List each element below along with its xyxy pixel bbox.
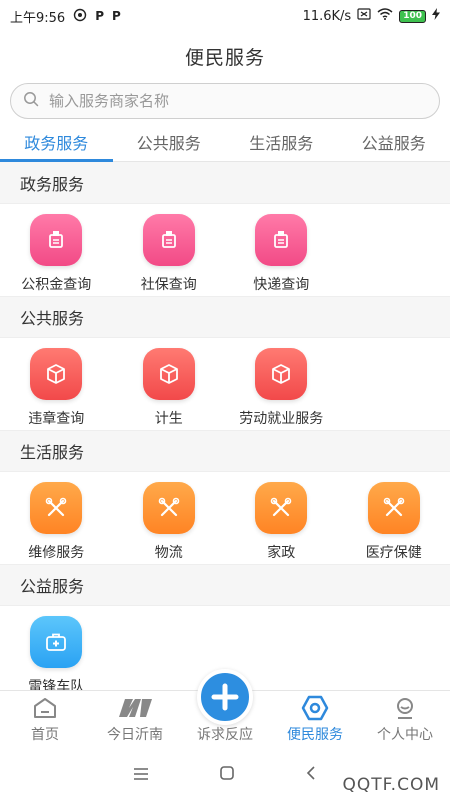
bottom-nav: 首页 今日沂南 诉求反应 便民服务 个人中心 (0, 669, 450, 748)
service-item-label: 维修服务 (28, 545, 85, 561)
search-area (0, 80, 450, 122)
notification-p-icon: P (95, 9, 104, 23)
status-time: 上午9:56 (10, 10, 66, 26)
box-icon (255, 348, 308, 400)
hexagon-icon (301, 694, 329, 722)
tools-icon (30, 482, 83, 534)
search-input[interactable] (49, 92, 409, 110)
medkit-icon (30, 616, 83, 668)
home-icon (32, 694, 58, 722)
service-item-label: 家政 (267, 545, 296, 561)
notification-p-icon: P (112, 9, 121, 23)
sim-icon (357, 8, 371, 24)
service-item-leifeng-team[interactable]: 雷锋车队 (0, 606, 113, 690)
nav-label: 个人中心 (377, 727, 433, 743)
section-title: 公共服务 (0, 297, 450, 337)
service-item-social-security[interactable]: 社保查询 (113, 204, 226, 296)
service-item-label: 医疗保健 (365, 545, 422, 561)
nav-personal-center[interactable]: 个人中心 (360, 691, 450, 748)
box-icon (30, 348, 83, 400)
hotspot-icon (73, 8, 87, 25)
back-icon[interactable] (305, 762, 317, 786)
service-item-label: 违章查询 (28, 411, 85, 427)
page-title: 便民服务 (0, 32, 450, 80)
status-bar: 上午9:56 P P 11.6K/s 100 (0, 0, 450, 32)
service-item-label: 公积金查询 (21, 277, 92, 293)
service-item-housekeeping[interactable]: 家政 (225, 472, 338, 564)
nav-convenience-service[interactable]: 便民服务 (270, 691, 360, 748)
tab-charity-service[interactable]: 公益服务 (338, 122, 450, 161)
box-icon (142, 348, 195, 400)
service-item-fund-query[interactable]: 公积金查询 (0, 204, 113, 296)
search-icon (23, 91, 39, 111)
service-item-label: 计生 (154, 411, 183, 427)
service-grid: 违章查询 计生 劳动就业服务 (0, 337, 450, 431)
network-speed: 11.6K/s (302, 8, 352, 24)
service-item-family-planning[interactable]: 计生 (113, 338, 226, 430)
document-icon (142, 214, 195, 266)
section-title: 生活服务 (0, 431, 450, 471)
section-title: 政务服务 (0, 163, 450, 203)
nav-today-yinan[interactable]: 今日沂南 (90, 691, 180, 748)
tools-icon (255, 482, 308, 534)
person-icon (393, 694, 417, 722)
nav-label: 今日沂南 (107, 727, 163, 743)
plus-icon (211, 683, 239, 711)
service-item-repair[interactable]: 维修服务 (0, 472, 113, 564)
document-icon (255, 214, 308, 266)
add-appeal-button[interactable] (197, 669, 253, 725)
service-item-violation-query[interactable]: 违章查询 (0, 338, 113, 430)
section-title: 公益服务 (0, 565, 450, 605)
battery-icon: 100 (399, 9, 426, 23)
nav-home[interactable]: 首页 (0, 691, 90, 748)
service-item-label: 雷锋车队 (28, 679, 85, 690)
nav-label: 便民服务 (287, 727, 343, 743)
service-tabs: 政务服务 公共服务 生活服务 公益服务 (0, 122, 450, 162)
service-item-logistics[interactable]: 物流 (113, 472, 226, 564)
service-grid: 维修服务 物流 家政 医疗保健 (0, 471, 450, 565)
tab-gov-service[interactable]: 政务服务 (0, 122, 113, 162)
tools-icon (367, 482, 420, 534)
home-square-icon[interactable] (219, 762, 235, 786)
wifi-icon (377, 8, 393, 24)
tools-icon (142, 482, 195, 534)
service-item-label: 物流 (154, 545, 183, 561)
service-item-healthcare[interactable]: 医疗保健 (338, 472, 450, 564)
nav-label: 首页 (31, 727, 59, 743)
service-item-label: 快递查询 (253, 277, 310, 293)
logo-icon (115, 694, 155, 722)
service-grid: 公积金查询 社保查询 快递查询 (0, 203, 450, 297)
service-item-employment[interactable]: 劳动就业服务 (225, 338, 338, 430)
charging-icon (432, 8, 440, 24)
service-item-express-query[interactable]: 快递查询 (225, 204, 338, 296)
service-list[interactable]: 政务服务 公积金查询 社保查询 快递查询 公共服务 违章查询 计生 劳动就业服务… (0, 163, 450, 690)
document-icon (30, 214, 83, 266)
service-item-label: 社保查询 (140, 277, 197, 293)
service-item-label: 劳动就业服务 (239, 411, 324, 427)
nav-appeal[interactable]: 诉求反应 (180, 669, 270, 748)
tab-public-service[interactable]: 公共服务 (113, 122, 226, 161)
menu-icon[interactable] (133, 762, 149, 786)
tab-life-service[interactable]: 生活服务 (225, 122, 338, 161)
search-box[interactable] (10, 83, 440, 119)
nav-label: 诉求反应 (197, 727, 253, 743)
watermark: QQTF.COM (342, 775, 440, 795)
